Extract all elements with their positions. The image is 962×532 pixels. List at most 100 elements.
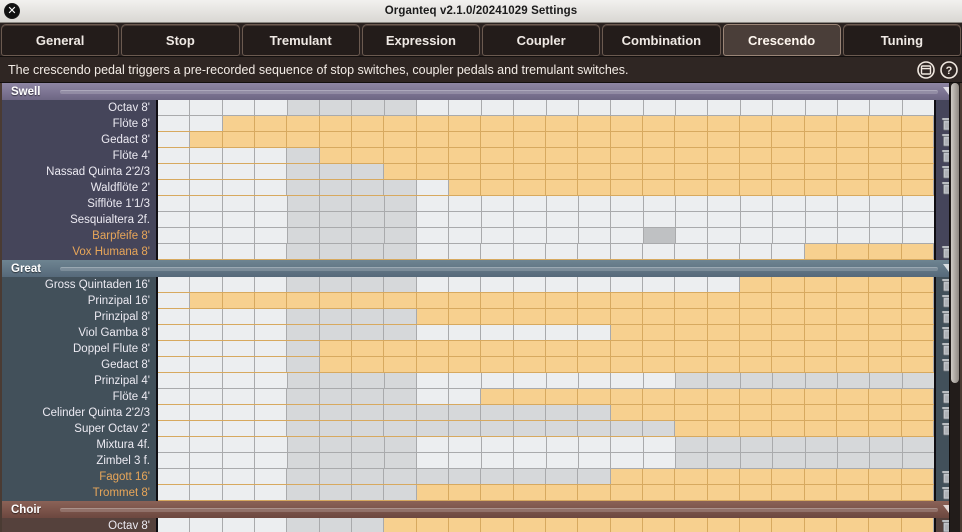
crescendo-cell[interactable] — [578, 212, 612, 227]
crescendo-cell[interactable] — [611, 196, 644, 211]
crescendo-cell[interactable] — [481, 453, 515, 468]
crescendo-cell[interactable] — [351, 309, 385, 324]
crescendo-cell[interactable] — [546, 100, 579, 115]
crescendo-cell[interactable] — [642, 244, 676, 259]
crescendo-cell[interactable] — [869, 277, 902, 292]
crescendo-cell[interactable] — [416, 244, 449, 259]
crescendo-cell[interactable] — [739, 518, 773, 532]
crescendo-cell[interactable] — [707, 421, 740, 436]
crescendo-cell[interactable] — [869, 180, 902, 195]
crescendo-cell[interactable] — [804, 421, 837, 436]
crescendo-cell[interactable] — [707, 132, 740, 147]
crescendo-cell[interactable] — [805, 196, 838, 211]
crescendo-cell[interactable] — [707, 518, 740, 532]
tab-general[interactable]: General — [1, 24, 120, 56]
crescendo-cell[interactable] — [287, 116, 320, 131]
crescendo-cell[interactable] — [384, 148, 417, 163]
crescendo-cell[interactable] — [611, 100, 644, 115]
crescendo-cell[interactable] — [869, 389, 902, 404]
crescendo-cell[interactable] — [804, 469, 837, 484]
crescendo-cell[interactable] — [417, 453, 450, 468]
crescendo-cell[interactable] — [805, 453, 838, 468]
crescendo-cell[interactable] — [287, 148, 320, 163]
crescendo-cell[interactable] — [772, 309, 805, 324]
crescendo-cell[interactable] — [773, 373, 806, 388]
crescendo-cell[interactable] — [836, 389, 870, 404]
crescendo-cell[interactable] — [836, 244, 870, 259]
crescendo-cell[interactable] — [675, 164, 708, 179]
crescendo-cell[interactable] — [804, 293, 837, 308]
crescendo-cell[interactable] — [675, 309, 708, 324]
crescendo-cell[interactable] — [611, 373, 644, 388]
crescendo-cell[interactable] — [287, 180, 320, 195]
crescendo-cell[interactable] — [869, 405, 902, 420]
crescendo-cell[interactable] — [222, 405, 255, 420]
crescendo-cell[interactable] — [190, 132, 223, 147]
crescendo-cell[interactable] — [351, 325, 385, 340]
crescendo-cell[interactable] — [319, 164, 352, 179]
crescendo-cell[interactable] — [319, 212, 353, 227]
crescendo-cell[interactable] — [869, 164, 902, 179]
crescendo-cell[interactable] — [319, 293, 352, 308]
crescendo-cell[interactable] — [545, 357, 579, 372]
crescendo-cell[interactable] — [675, 180, 708, 195]
crescendo-cell[interactable] — [514, 228, 547, 243]
crescendo-cell[interactable] — [870, 196, 903, 211]
crescendo-cell[interactable] — [287, 469, 320, 484]
crescendo-cell[interactable] — [351, 341, 385, 356]
crescendo-cell[interactable] — [222, 212, 256, 227]
crescendo-cell[interactable] — [610, 518, 643, 532]
crescendo-cell[interactable] — [869, 357, 902, 372]
crescendo-cell[interactable] — [739, 389, 773, 404]
crescendo-cell[interactable] — [610, 132, 643, 147]
crescendo-cell[interactable] — [902, 437, 934, 452]
crescendo-cell[interactable] — [902, 100, 934, 115]
crescendo-cell[interactable] — [546, 453, 579, 468]
crescendo-cell[interactable] — [158, 244, 191, 259]
crescendo-cell[interactable] — [158, 421, 191, 436]
crescendo-cell[interactable] — [610, 485, 643, 500]
tab-tuning[interactable]: Tuning — [842, 24, 961, 56]
crescendo-cell[interactable] — [675, 148, 708, 163]
crescendo-cell[interactable] — [352, 453, 385, 468]
crescendo-cell[interactable] — [578, 357, 611, 372]
crescendo-cell[interactable] — [222, 389, 255, 404]
crescendo-cell[interactable] — [319, 244, 352, 259]
crescendo-cell[interactable] — [772, 325, 805, 340]
crescendo-cell[interactable] — [384, 116, 417, 131]
crescendo-cell[interactable] — [158, 389, 191, 404]
crescendo-cell[interactable] — [870, 212, 903, 227]
crescendo-cell[interactable] — [805, 100, 838, 115]
crescendo-cell[interactable] — [384, 309, 417, 324]
crescendo-cell[interactable] — [642, 277, 676, 292]
crescendo-cell[interactable] — [351, 518, 385, 532]
crescendo-cell[interactable] — [836, 341, 870, 356]
crescendo-cell[interactable] — [384, 421, 417, 436]
crescendo-cell[interactable] — [676, 228, 709, 243]
crescendo-cell[interactable] — [804, 309, 837, 324]
crescendo-cell[interactable] — [804, 485, 837, 500]
crescendo-cell[interactable] — [287, 341, 320, 356]
tab-expression[interactable]: Expression — [361, 24, 480, 56]
crescendo-cell[interactable] — [804, 244, 837, 259]
crescendo-cell[interactable] — [611, 437, 644, 452]
crescendo-cell[interactable] — [836, 325, 870, 340]
crescendo-cell[interactable] — [449, 100, 482, 115]
crescendo-cell[interactable] — [805, 212, 838, 227]
crescendo-cell[interactable] — [675, 244, 708, 259]
crescendo-cell[interactable] — [319, 325, 352, 340]
crescendo-cell[interactable] — [190, 244, 223, 259]
crescendo-cell[interactable] — [642, 309, 676, 324]
crescendo-cell[interactable] — [481, 180, 514, 195]
crescendo-cell[interactable] — [481, 100, 515, 115]
crescendo-cell[interactable] — [707, 164, 740, 179]
crescendo-cell[interactable] — [805, 437, 838, 452]
crescendo-cell[interactable] — [837, 196, 871, 211]
crescendo-cell[interactable] — [675, 325, 708, 340]
crescendo-cell[interactable] — [222, 469, 255, 484]
crescendo-cell[interactable] — [610, 325, 643, 340]
crescendo-cell[interactable] — [836, 405, 870, 420]
crescendo-cell[interactable] — [158, 228, 191, 243]
crescendo-cell[interactable] — [870, 100, 903, 115]
crescendo-cell[interactable] — [675, 293, 708, 308]
